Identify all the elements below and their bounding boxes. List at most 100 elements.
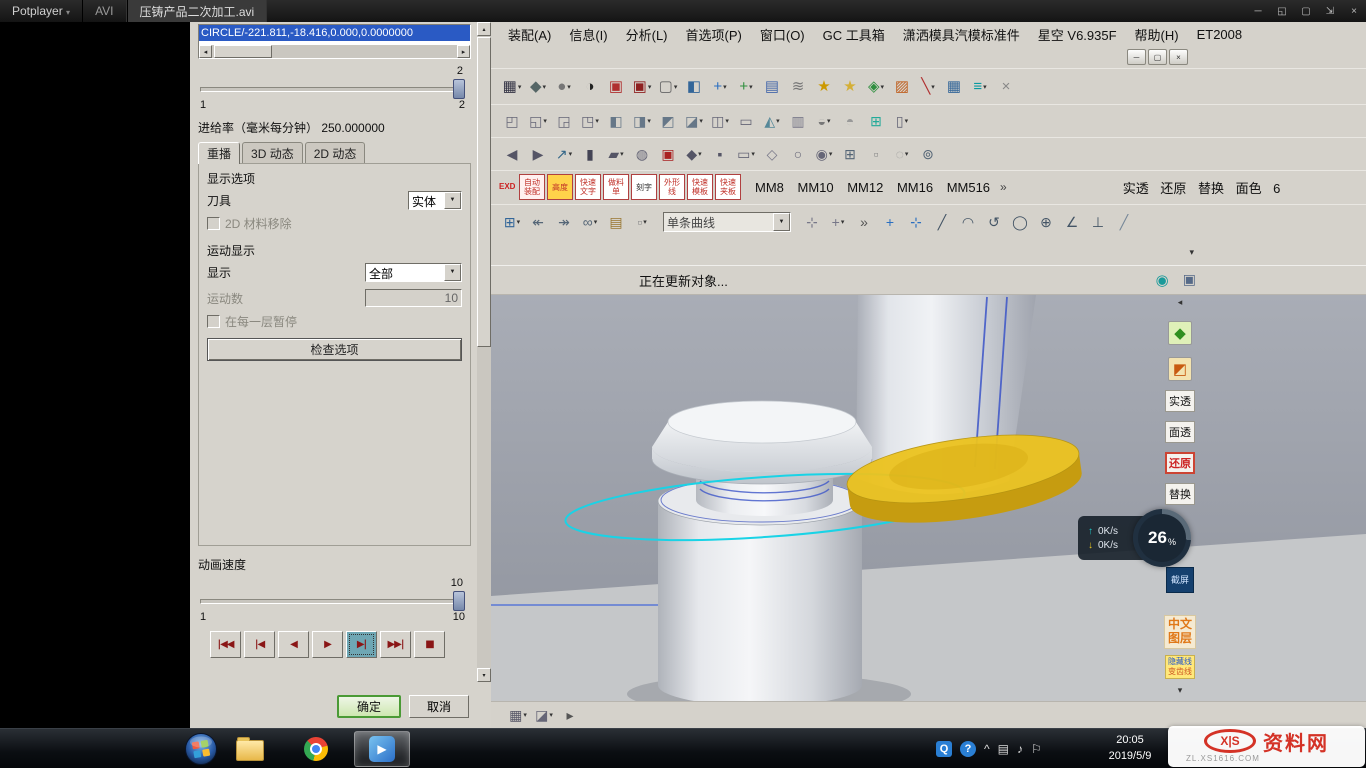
nx-restore-button[interactable]: ▢ [1148,49,1167,65]
checkbox-icon[interactable] [207,315,220,328]
nx-minimize-button[interactable]: ─ [1127,49,1146,65]
tray-icon[interactable]: ⚐ [1031,742,1042,756]
vscroll-thumb[interactable] [477,37,491,347]
minimize-button[interactable]: ─ [1246,0,1270,22]
chinese-layer-button[interactable]: 中文图层 [1164,615,1196,649]
window-icon[interactable]: ▣ [1183,271,1196,289]
pause-each-layer-checkbox[interactable]: 在每一层暂停 [207,314,462,328]
toolbar-icon[interactable]: ⊞▾ [838,142,862,166]
toolbar-icon[interactable]: ◫▾ [708,109,732,133]
menu-item[interactable]: 信息(I) [560,22,616,47]
toolbar-icon[interactable]: ◩▾ [656,109,680,133]
toolbar-icon[interactable]: ▦▾ [506,703,530,727]
toolbar-icon[interactable]: ◭▾ [760,109,784,133]
toolbar-icon[interactable]: ★▾ [838,75,862,99]
toolbar-icon[interactable]: ▪▾ [708,142,732,166]
menu-item[interactable]: 装配(A) [499,22,560,47]
tray-icon[interactable]: ♪ [1017,742,1023,756]
toolbar-icon[interactable]: ◍▾ [630,142,654,166]
selected-toolpath-line[interactable]: CIRCLE/-221.811,-18.416,0.000,0.0000000 [199,25,470,41]
screenshot-icon[interactable]: 截屏 [1166,567,1194,593]
app-menu-button[interactable]: Potplayer ▾ [0,4,82,18]
toolbar-icon[interactable]: ▨▾ [890,75,914,99]
quick-tool-button[interactable]: 自动装配 [519,174,545,200]
mini-window-button[interactable]: ◱ [1270,0,1294,22]
playback-button[interactable]: ◀ [278,631,309,658]
expand-arrow-icon[interactable]: ▾ [1178,685,1183,697]
toolbar-icon[interactable]: ◧▾ [682,75,706,99]
toolbar-icon[interactable]: ≋▾ [786,75,810,99]
toolbar-icon[interactable]: ╲▾ [916,75,940,99]
toolbar-icon[interactable]: ▰▾ [604,142,628,166]
listbox-hscrollbar[interactable]: ◂ ▸ [199,45,470,58]
combo-caret-icon[interactable]: ▼ [444,192,461,209]
dropdown-caret-icon[interactable]: ▾ [1189,247,1194,258]
layer-diamond-icon[interactable]: ◆ [1168,321,1192,345]
nx-close-button[interactable]: × [1169,49,1188,65]
toolbar-icon[interactable]: ⊹▾ [800,210,824,234]
toolbar-icon[interactable]: ×▾ [994,75,1018,99]
toolbar-icon[interactable]: ∞▾ [578,210,602,234]
toolbar-icon[interactable]: ◳▾ [578,109,602,133]
toolbar-icon[interactable]: ∠▾ [1060,210,1084,234]
toolbar-icon[interactable]: ★▾ [812,75,836,99]
playback-button[interactable]: ▶| [346,631,377,658]
clock[interactable]: 20:05 2019/5/9 [1098,733,1162,765]
restore-button[interactable]: 还原 [1165,452,1195,474]
combo-caret-icon[interactable]: ▼ [773,213,790,231]
toolbar-icon[interactable]: ◑▾ [578,75,602,99]
quick-tool-button[interactable]: 刻字 [631,174,657,200]
toolbar-icon[interactable]: ◆▾ [526,75,550,99]
tray-icon[interactable]: Q [936,741,952,757]
taskbar-explorer-button[interactable] [222,731,278,767]
check-options-button[interactable]: 检查选项 [207,338,462,361]
toolbar-icon[interactable]: ▶▾ [526,142,550,166]
playback-button[interactable]: ■ [414,631,445,658]
toolbar-icon[interactable]: ▯▾ [890,109,914,133]
toolbar-icon[interactable]: ◧▾ [604,109,628,133]
toolbar-icon[interactable]: ◌▾ [890,142,914,166]
viewport-3d[interactable]: ◂ ◆ ◩ 实透 面透 还原 替换 截屏 中文图层 隐藏线变齿线 ▾ [491,295,1366,701]
toolbar-icon[interactable]: ▣▾ [656,142,680,166]
toolbar-icon[interactable]: ↗▾ [552,142,576,166]
toolbar-icon[interactable]: +▾ [708,75,732,99]
hscroll-track[interactable] [212,45,457,58]
face-translucent-button[interactable]: 面透 [1165,421,1195,443]
toolbar-icon[interactable]: ◪▾ [682,109,706,133]
tray-icon[interactable]: ^ [984,742,990,756]
toolbar-icon[interactable]: ▥▾ [786,109,810,133]
toolbar-icon[interactable]: ⊹▾ [904,210,928,234]
palette-icon[interactable]: ◩ [1168,357,1192,381]
tool-combo[interactable]: 实体 ▼ [408,191,462,210]
taskbar-chrome-button[interactable] [288,731,344,767]
playback-button[interactable]: ▶▶| [380,631,411,658]
combo-caret-icon[interactable]: ▼ [444,264,461,281]
quick-tool-button[interactable]: 外形线 [659,174,685,200]
toolbar-icon[interactable]: ⊚▾ [916,142,940,166]
taskbar-potplayer-button[interactable]: ▶ [354,731,410,767]
maximize-button[interactable]: ▢ [1294,0,1318,22]
toolbar-icon[interactable]: ◀▾ [500,142,524,166]
curve-type-combo[interactable]: 单条曲线 ▼ [663,212,791,232]
toolbar-icon[interactable]: ◠▾ [956,210,980,234]
tab-2d-dynamic[interactable]: 2D 动态 [305,142,366,163]
tray-icon[interactable]: ▤ [998,742,1009,756]
ok-button[interactable]: 确定 [337,695,401,718]
toolbar-icon[interactable]: ▤▾ [604,210,628,234]
replace-button[interactable]: 替换 [1165,483,1195,505]
toolbar-icon[interactable]: ◉▾ [812,142,836,166]
toolbar-icon[interactable]: ◆▾ [682,142,706,166]
toolbar-icon[interactable]: ▦▾ [942,75,966,99]
menu-item[interactable]: 帮助(H) [1126,22,1188,47]
menu-item[interactable]: 星空 V6.935F [1029,22,1126,47]
toolbar-overflow-icon[interactable]: » [1000,180,1007,194]
toolbar-icon[interactable]: ◇▾ [760,142,784,166]
toolbar-icon[interactable]: ↞▾ [526,210,550,234]
toolbar-icon[interactable]: ◒▾ [812,109,836,133]
toolbar-icon[interactable]: ▦▾ [500,75,524,99]
start-button[interactable] [184,732,218,766]
tab-avi[interactable]: AVI [82,0,126,22]
toolbar-icon[interactable]: +▾ [826,210,850,234]
toolbar-icon[interactable]: ╱▾ [930,210,954,234]
toolbar-icon[interactable]: ◱▾ [526,109,550,133]
